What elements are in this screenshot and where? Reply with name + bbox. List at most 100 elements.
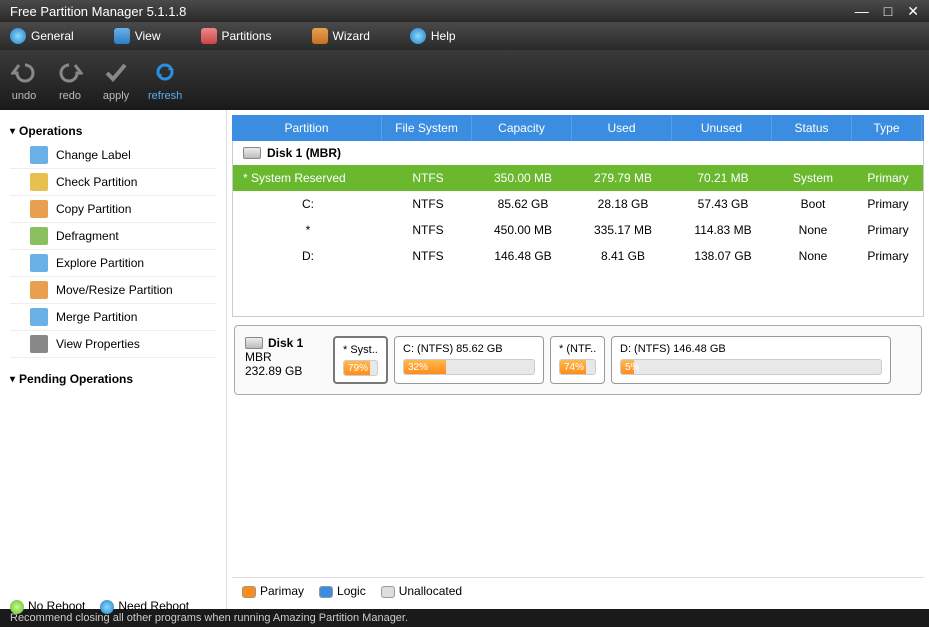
undo-icon (10, 58, 38, 86)
operation-item[interactable]: Defragment (10, 223, 216, 250)
wizard-icon (312, 28, 328, 44)
cell-status: None (773, 221, 853, 239)
menu-help[interactable]: Help (410, 28, 456, 44)
content-footer-legend: Parimay Logic Unallocated (232, 577, 924, 604)
operation-item[interactable]: Change Label (10, 142, 216, 169)
operation-icon (30, 281, 48, 299)
operation-label: View Properties (56, 337, 140, 351)
operation-item[interactable]: View Properties (10, 331, 216, 358)
operations-header[interactable]: Operations (10, 120, 216, 142)
menu-wizard[interactable]: Wizard (312, 28, 370, 44)
need-reboot-indicator: Need Reboot (100, 599, 189, 614)
partition-row[interactable]: D: NTFS 146.48 GB 8.41 GB 138.07 GB None… (233, 243, 923, 269)
operation-item[interactable]: Move/Resize Partition (10, 277, 216, 304)
partition-row[interactable]: * NTFS 450.00 MB 335.17 MB 114.83 MB Non… (233, 217, 923, 243)
diskmap-pct: 79% (348, 361, 368, 376)
close-button[interactable]: ✕ (907, 3, 919, 20)
cell-partition: * System Reserved (233, 169, 383, 187)
operation-label: Move/Resize Partition (56, 283, 173, 297)
pending-operations-header[interactable]: Pending Operations (10, 368, 216, 390)
partition-row[interactable]: C: NTFS 85.62 GB 28.18 GB 57.43 GB Boot … (233, 191, 923, 217)
col-filesystem[interactable]: File System (382, 115, 472, 141)
col-status[interactable]: Status (772, 115, 852, 141)
apply-button[interactable]: apply (102, 58, 130, 102)
cell-partition: D: (233, 247, 383, 265)
cell-status: System (773, 169, 853, 187)
diskmap-partition[interactable]: * Syst... 79% (333, 336, 388, 384)
table-header: Partition File System Capacity Used Unus… (232, 115, 924, 141)
undo-button[interactable]: undo (10, 58, 38, 102)
diskmap-pct: 32% (408, 360, 428, 375)
diskmap-pct: 74% (564, 360, 584, 375)
legend-unallocated: Unallocated (381, 584, 462, 598)
table-body: Disk 1 (MBR) * System Reserved NTFS 350.… (232, 141, 924, 317)
operation-item[interactable]: Merge Partition (10, 304, 216, 331)
disk-header-row[interactable]: Disk 1 (MBR) (233, 141, 923, 165)
col-partition[interactable]: Partition (232, 115, 382, 141)
app-title: Free Partition Manager 5.1.1.8 (10, 4, 186, 19)
cell-used: 335.17 MB (573, 221, 673, 239)
cell-unused: 138.07 GB (673, 247, 773, 265)
diskmap-partition[interactable]: C: (NTFS) 85.62 GB 32% (394, 336, 544, 384)
cell-type: Primary (853, 169, 923, 187)
cell-partition: * (233, 221, 383, 239)
cell-used: 28.18 GB (573, 195, 673, 213)
menu-general[interactable]: General (10, 28, 74, 44)
diskmap-progress: 5% (620, 359, 882, 375)
operation-item[interactable]: Check Partition (10, 169, 216, 196)
view-icon (114, 28, 130, 44)
diskmap-progress: 32% (403, 359, 535, 375)
minimize-button[interactable]: — (855, 3, 869, 20)
cell-fs: NTFS (383, 195, 473, 213)
cell-type: Primary (853, 247, 923, 265)
cell-status: None (773, 247, 853, 265)
cell-unused: 70.21 MB (673, 169, 773, 187)
menu-view[interactable]: View (114, 28, 161, 44)
cell-status: Boot (773, 195, 853, 213)
diskmap-partition[interactable]: D: (NTFS) 146.48 GB 5% (611, 336, 891, 384)
operation-item[interactable]: Copy Partition (10, 196, 216, 223)
titlebar: Free Partition Manager 5.1.1.8 — □ ✕ (0, 0, 929, 22)
cell-unused: 57.43 GB (673, 195, 773, 213)
help-icon (410, 28, 426, 44)
diskmap-size: 232.89 GB (245, 364, 325, 378)
operation-icon (30, 254, 48, 272)
partition-row[interactable]: * System Reserved NTFS 350.00 MB 279.79 … (233, 165, 923, 191)
sidebar: Operations Change Label Check Partition Co… (0, 110, 227, 609)
cell-capacity: 350.00 MB (473, 169, 573, 187)
operation-label: Explore Partition (56, 256, 144, 270)
maximize-button[interactable]: □ (884, 3, 892, 20)
operation-item[interactable]: Explore Partition (10, 250, 216, 277)
diskmap-part-label: * Syst... (343, 344, 378, 356)
diskmap-progress: 79% (343, 360, 378, 376)
diskmap-part-label: * (NTF... (559, 343, 596, 355)
col-capacity[interactable]: Capacity (472, 115, 572, 141)
cell-fs: NTFS (383, 169, 473, 187)
diskmap-partition[interactable]: * (NTF... 74% (550, 336, 605, 384)
refresh-icon (151, 58, 179, 86)
cell-type: Primary (853, 221, 923, 239)
window-controls: — □ ✕ (855, 3, 919, 20)
check-icon (102, 58, 130, 86)
refresh-button[interactable]: refresh (148, 58, 182, 102)
cell-fs: NTFS (383, 247, 473, 265)
operation-label: Change Label (56, 148, 131, 162)
operation-icon (30, 227, 48, 245)
diskmap-part-label: D: (NTFS) 146.48 GB (620, 343, 882, 355)
cell-used: 279.79 MB (573, 169, 673, 187)
operation-icon (30, 200, 48, 218)
col-type[interactable]: Type (852, 115, 922, 141)
diskmap-pct: 5% (625, 360, 639, 375)
partitions-icon (201, 28, 217, 44)
menu-partitions[interactable]: Partitions (201, 28, 272, 44)
col-used[interactable]: Used (572, 115, 672, 141)
legend-primary: Parimay (242, 584, 304, 598)
cell-used: 8.41 GB (573, 247, 673, 265)
redo-button[interactable]: redo (56, 58, 84, 102)
cell-partition: C: (233, 195, 383, 213)
col-unused[interactable]: Unused (672, 115, 772, 141)
main-area: Operations Change Label Check Partition Co… (0, 110, 929, 609)
cell-capacity: 450.00 MB (473, 221, 573, 239)
operation-label: Check Partition (56, 175, 137, 189)
diskmap-progress: 74% (559, 359, 596, 375)
